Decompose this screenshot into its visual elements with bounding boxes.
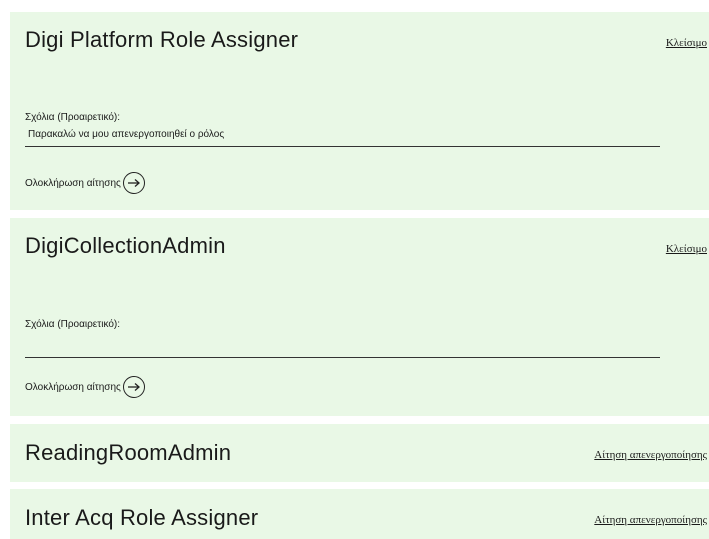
submit-request-label: Ολοκλήρωση αίτησης: [25, 381, 121, 393]
submit-request-label: Ολοκλήρωση αίτησης: [25, 177, 121, 189]
submit-request-button[interactable]: Ολοκλήρωση αίτησης: [25, 172, 145, 194]
comments-label: Σχόλια (Προαιρετικό):: [25, 112, 120, 123]
comments-input[interactable]: [25, 125, 660, 147]
arrow-right-circle-icon: [122, 172, 145, 194]
role-requests-page: Digi Platform Role Assigner Κλείσιμο Σχό…: [0, 0, 709, 539]
close-link[interactable]: Κλείσιμο: [666, 243, 707, 255]
comments-input[interactable]: [25, 336, 660, 358]
comments-label: Σχόλια (Προαιρετικό):: [25, 319, 120, 330]
role-title: Inter Acq Role Assigner: [25, 505, 259, 530]
submit-request-button[interactable]: Ολοκλήρωση αίτησης: [25, 376, 145, 398]
role-panel-digi-platform-role-assigner: Digi Platform Role Assigner Κλείσιμο Σχό…: [10, 12, 709, 210]
role-panel-inter-acq-role-assigner: Inter Acq Role Assigner Αίτηση απενεργοπ…: [10, 489, 709, 539]
close-link[interactable]: Κλείσιμο: [666, 37, 707, 49]
role-title: Digi Platform Role Assigner: [25, 27, 299, 52]
role-panel-digicollectionadmin: DigiCollectionAdmin Κλείσιμο Σχόλια (Προ…: [10, 218, 709, 416]
request-deactivation-link[interactable]: Αίτηση απενεργοποίησης: [594, 449, 707, 461]
role-panel-readingroomadmin: ReadingRoomAdmin Αίτηση απενεργοποίησης: [10, 424, 709, 482]
role-title: DigiCollectionAdmin: [25, 233, 226, 258]
arrow-right-circle-icon: [122, 376, 145, 398]
role-title: ReadingRoomAdmin: [25, 440, 232, 465]
request-deactivation-link[interactable]: Αίτηση απενεργοποίησης: [594, 514, 707, 526]
